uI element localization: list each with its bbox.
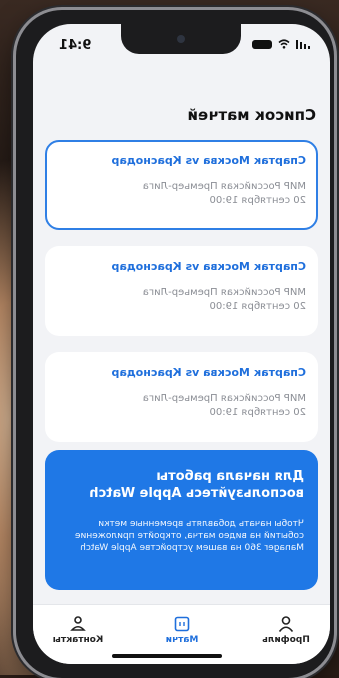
match-league: МИР Российская Премьер-Лига [142,181,306,192]
match-card[interactable]: Спартак Москва vs Краснодар МИР Российск… [45,352,318,442]
tab-profile[interactable]: Профиль [246,615,326,645]
page-title: Список матчей [187,106,316,124]
contacts-icon [70,616,86,631]
tab-contacts[interactable]: Контакты [38,615,118,645]
home-indicator[interactable] [112,654,222,658]
match-league: МИР Российская Премьер-Лига [142,393,306,404]
promo-text: Чтобы начать добавлять временные метки с… [74,519,304,553]
match-name: Спартак Москва vs Краснодар [111,260,306,273]
match-league: МИР Российская Премьер-Лига [142,287,306,298]
match-name: Спартак Москва vs Краснодар [111,154,306,167]
match-date: 20 сентября 19:00 [209,195,306,206]
battery-icon [252,39,272,49]
phone-screen: 9:41 Список матчей Спартак Москва vs Кра… [33,24,330,664]
match-name: Спартак Москва vs Краснодар [111,366,306,379]
calendar-icon [174,616,190,632]
tab-label: Профиль [262,635,310,645]
mirrored-content: 9:41 Список матчей Спартак Москва vs Кра… [33,24,330,664]
promo-heading: Для начала работы воспользуйтесь Apple W… [89,469,304,501]
tab-label: Контакты [52,635,104,645]
tab-matches[interactable]: Матчи [142,615,222,645]
status-time: 9:41 [59,38,92,53]
match-date: 20 сентября 19:00 [209,407,306,418]
tab-label: Матчи [165,635,199,645]
match-card[interactable]: Спартак Москва vs Краснодар МИР Российск… [45,140,318,230]
match-card[interactable]: Спартак Москва vs Краснодар МИР Российск… [45,246,318,336]
match-date: 20 сентября 19:00 [209,301,306,312]
apple-watch-promo: Для начала работы воспользуйтесь Apple W… [45,450,318,590]
phone-notch [121,24,241,54]
signal-icon [296,39,310,49]
person-icon [278,616,294,633]
wifi-icon [278,39,290,49]
status-icons [252,39,310,49]
